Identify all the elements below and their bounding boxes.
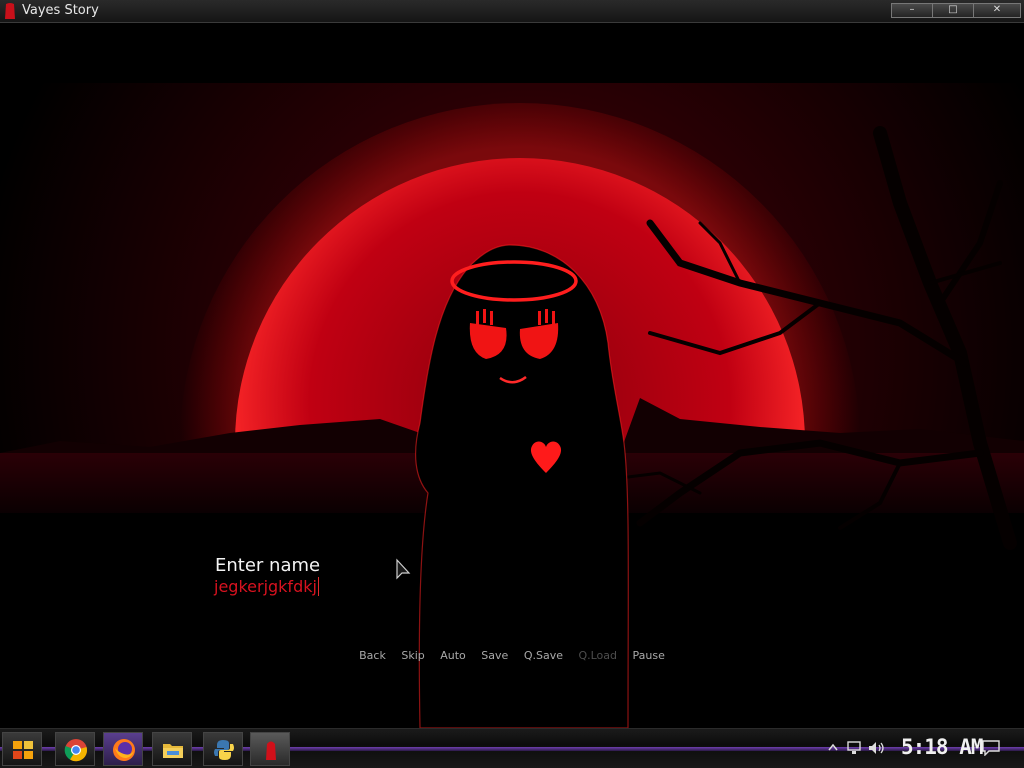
taskbar-file-explorer[interactable]: [152, 732, 192, 766]
game-viewport[interactable]: Enter name jegkerjgkfdkj Back Skip Auto …: [0, 23, 1024, 728]
taskbar-python[interactable]: [203, 732, 243, 766]
title-bar[interactable]: Vayes Story – □ ✕: [0, 0, 1024, 23]
mouse-cursor-icon: [396, 558, 411, 580]
quick-menu: Back Skip Auto Save Q.Save Q.Load Pause: [0, 649, 1024, 662]
chrome-icon: [64, 739, 88, 762]
file-explorer-icon: [163, 744, 183, 758]
maximize-button[interactable]: □: [932, 3, 974, 18]
auto-button[interactable]: Auto: [440, 649, 466, 662]
network-icon[interactable]: [846, 741, 862, 755]
save-button[interactable]: Save: [481, 649, 508, 662]
taskbar-vayes-story[interactable]: [250, 732, 290, 766]
background-scene: [0, 83, 1024, 728]
name-input[interactable]: jegkerjgkfdkj: [214, 577, 319, 596]
taskbar-firefox[interactable]: [103, 732, 143, 766]
notification-icon[interactable]: [982, 740, 1000, 756]
chevron-up-icon[interactable]: [828, 743, 838, 751]
taskbar: 5:18 AM: [0, 728, 1024, 768]
minimize-button[interactable]: –: [891, 3, 933, 18]
start-button[interactable]: [2, 732, 42, 766]
firefox-icon: [113, 739, 135, 761]
quick-load-button[interactable]: Q.Load: [578, 649, 617, 662]
name-prompt-label: Enter name: [215, 555, 321, 576]
window-title: Vayes Story: [22, 3, 99, 18]
app-icon: [5, 3, 15, 19]
back-button[interactable]: Back: [359, 649, 386, 662]
skip-button[interactable]: Skip: [401, 649, 424, 662]
close-button[interactable]: ✕: [973, 3, 1021, 18]
start-icon: [13, 741, 33, 759]
vayes-story-icon: [266, 741, 276, 760]
clock[interactable]: 5:18 AM: [901, 735, 984, 759]
speaker-icon[interactable]: [868, 741, 886, 755]
quick-save-button[interactable]: Q.Save: [524, 649, 563, 662]
pause-button[interactable]: Pause: [633, 649, 665, 662]
python-icon: [214, 740, 234, 760]
taskbar-chrome[interactable]: [55, 732, 95, 766]
